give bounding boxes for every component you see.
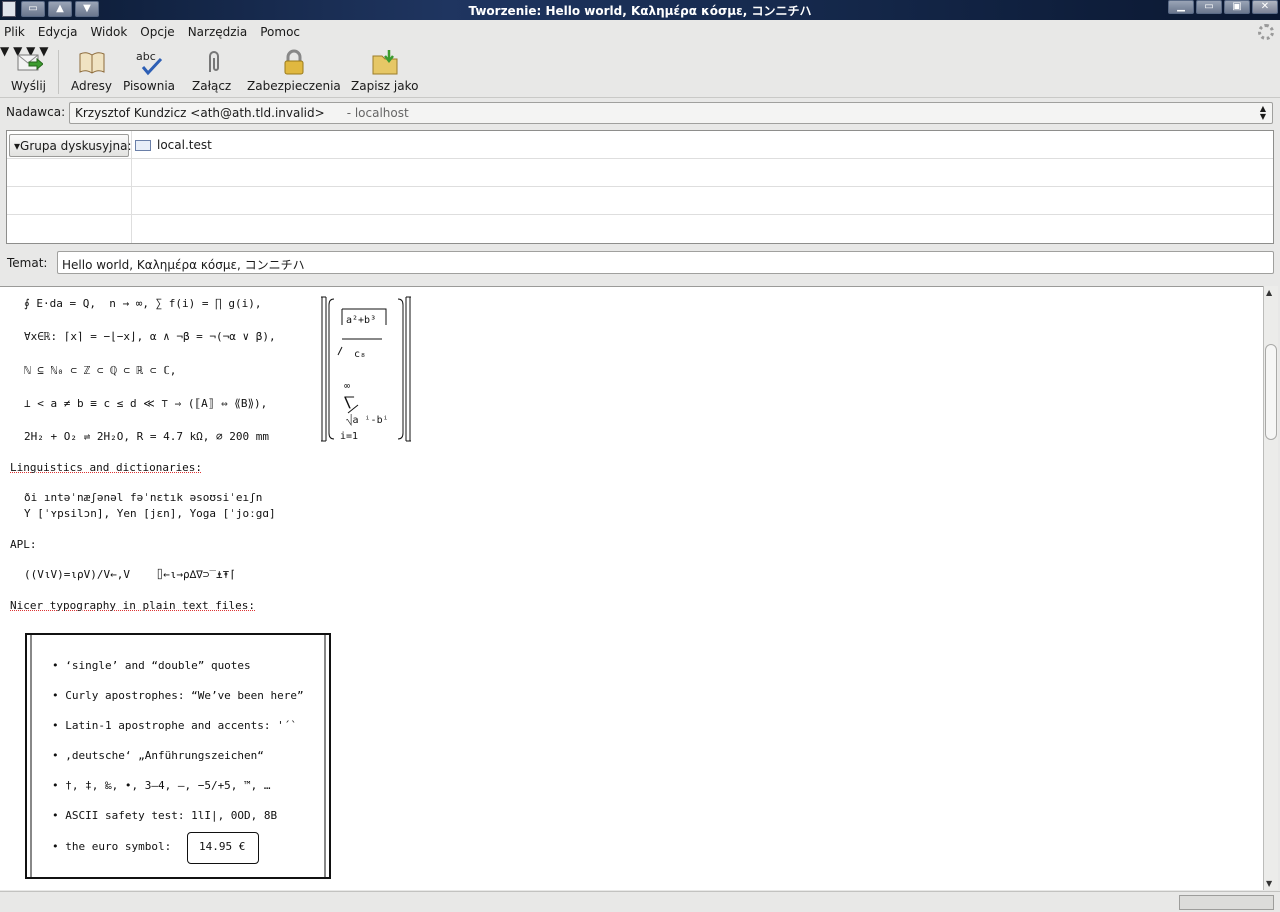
spellcheck-icon-text: abc [136, 50, 156, 63]
body-line-math-1: ∮ E⋅da = Q, n → ∞, ∑ f(i) = ∏ g(i), [24, 297, 262, 310]
attach-label: Załącz [192, 79, 232, 93]
heading-apl: APL: [10, 538, 37, 551]
minimize-button[interactable]: ▁ [1168, 0, 1194, 14]
body-line-math-3: ℕ ⊆ ℕ₀ ⊂ ℤ ⊂ ℚ ⊂ ℝ ⊂ ℂ, [24, 364, 177, 377]
recipient-row-empty[interactable] [7, 187, 1273, 215]
paperclip-icon [198, 48, 226, 76]
sender-host: - localhost [346, 106, 409, 120]
matrix-index: i=1 [340, 431, 359, 442]
addresses-label: Adresy [71, 79, 113, 93]
recipient-type-button[interactable]: ▾Grupa dyskusyjna: [9, 134, 132, 157]
matrix-root: ⎷a ⁱ-bⁱ [346, 415, 389, 426]
recipient-divider [131, 131, 132, 243]
send-icon [15, 48, 44, 76]
math-matrix-drawing: a²+b³ c₈ ∞ ⎲ ⎷a ⁱ-bⁱ i=1 [318, 295, 414, 443]
sender-value: Krzysztof Kundzicz <ath@ath.tld.invalid> [75, 106, 325, 120]
recipient-row-empty[interactable] [7, 159, 1273, 187]
iconify-button[interactable]: ▭ [1196, 0, 1222, 14]
address-card-icon [135, 139, 151, 151]
send-label: Wyślij [11, 79, 47, 93]
body-line-ypsilon: Y [ˈʏpsilɔn], Yen [jɛn], Yoga [ˈjoːgɑ] [24, 507, 276, 520]
send-button[interactable]: Wyślij [11, 48, 46, 93]
bullet-quotes: • ‘single’ and “double” quotes [52, 659, 251, 672]
spelling-button[interactable]: abc Pisownia [123, 48, 175, 93]
security-label: Zabezpieczenia [247, 79, 341, 93]
menu-opcje[interactable]: Opcje [140, 25, 174, 39]
menu-edycja[interactable]: Edycja [38, 25, 78, 39]
message-body-editor[interactable]: ∮ E⋅da = Q, n → ∞, ∑ f(i) = ∏ g(i), ∀x∈ℝ… [0, 286, 1263, 890]
addresses-button[interactable]: Adresy [71, 48, 112, 93]
sender-label: Nadawca: [6, 105, 66, 119]
save-as-button[interactable]: Zapisz jako [351, 48, 418, 93]
scroll-down-arrow-icon[interactable]: ▼ [1266, 879, 1272, 888]
window-right-controls: ▁ ▭ ▣ ✕ [1168, 0, 1278, 14]
window-title: Tworzenie: Hello world, Καλημέρα κόσμε, … [468, 4, 812, 18]
spellcheck-icon: abc [135, 48, 163, 76]
body-line-ipa: ði ıntəˈnæʃənəl fəˈnɛtık əsoʊsiˈeıʃn [24, 491, 263, 504]
body-line-math-2: ∀x∈ℝ: ⌈x⌉ = −⌊−x⌋, α ∧ ¬β = ¬(¬α ∨ β), [24, 330, 276, 343]
close-button[interactable]: ✕ [1252, 0, 1278, 14]
security-button[interactable]: Zabezpieczenia [247, 48, 341, 93]
menu-narzedzia[interactable]: Narzędzia [188, 25, 248, 39]
address-book-icon [78, 48, 106, 76]
bullet-apostrophes: • Curly apostrophes: “We’ve been here” [52, 689, 304, 702]
maximize-button[interactable]: ▣ [1224, 0, 1250, 14]
menu-plik[interactable]: Plik [4, 25, 25, 39]
bullet-symbols: • †, ‡, ‰, •, 3–4, —, −5/+5, ™, … [52, 779, 271, 792]
save-as-label: Zapisz jako [351, 79, 419, 93]
euro-value: 14.95 € [199, 840, 246, 853]
recipient-row-empty[interactable] [7, 215, 1273, 243]
spelling-label: Pisownia [123, 79, 176, 93]
heading-typography: Nicer typography in plain text files: [10, 599, 256, 612]
scroll-up-arrow-icon[interactable]: ▲ [1266, 288, 1272, 297]
matrix-numerator: a²+b³ [346, 315, 377, 326]
recipient-value-field[interactable]: local.test [135, 138, 212, 152]
activity-spinner-icon [1258, 24, 1274, 40]
subject-label: Temat: [7, 256, 48, 270]
subject-input[interactable]: Hello world, Καλημέρα κόσμε, コンニチハ [57, 251, 1274, 274]
body-line-math-4: ⊥ < a ≠ b ≡ c ≤ d ≪ ⊤ ⇒ (⟦A⟧ ⇔ ⟪B⟫), [24, 397, 268, 410]
menu-widok[interactable]: Widok [90, 25, 127, 39]
sender-select[interactable]: Krzysztof Kundzicz <ath@ath.tld.invalid>… [69, 102, 1273, 124]
vertical-scrollbar[interactable]: ▲ ▼ [1263, 286, 1278, 890]
bullet-german: • ‚deutsche‘ „Anführungszeichen“ [52, 749, 264, 762]
recipient-row: ▾Grupa dyskusyjna: local.test [7, 131, 1273, 159]
matrix-infinity: ∞ [344, 381, 351, 392]
body-line-chem: 2H₂ + O₂ ⇌ 2H₂O, R = 4.7 kΩ, ⌀ 200 mm [24, 430, 270, 443]
status-bar [0, 891, 1280, 912]
bullet-latin1: • Latin-1 apostrophe and accents: '´` [52, 719, 298, 732]
matrix-fraction: c₈ [354, 349, 367, 360]
spelling-dropdown-arrow-icon[interactable]: ▼ [0, 44, 9, 58]
body-line-apl: ((V⍳V)=⍳⍴V)/V←,V ⌷←⍳→⍴∆∇⊃‾⍎⍕⌈ [24, 568, 236, 581]
heading-linguistics: Linguistics and dictionaries: [10, 461, 203, 474]
sender-row: Nadawca: Krzysztof Kundzicz <ath@ath.tld… [0, 100, 1280, 126]
menu-pomoc[interactable]: Pomoc [260, 25, 300, 39]
scroll-thumb[interactable] [1265, 344, 1277, 440]
save-folder-icon [371, 48, 399, 76]
attach-button[interactable]: Załącz [192, 48, 231, 93]
combo-arrows-icon: ▲ ▼ [1259, 104, 1266, 121]
bullet-ascii: • ASCII safety test: 1lI|, 0OD, 8B [52, 809, 278, 822]
matrix-sum-sign: ⎲ [344, 395, 355, 409]
recipient-list: ▾Grupa dyskusyjna: local.test [6, 130, 1274, 244]
menu-bar: Plik Edycja Widok Opcje Narzędzia Pomoc [0, 20, 1280, 44]
toolbar: Wyślij Adresy abc Pisownia ▼ Załącz ▼ Za… [0, 44, 1280, 98]
toolbar-separator [58, 50, 59, 94]
recipient-type-label: Grupa dyskusyjna: [20, 139, 132, 153]
title-bar: ▭ ▲ ▼ Tworzenie: Hello world, Καλημέρα κ… [0, 0, 1280, 20]
recipient-value: local.test [157, 138, 212, 152]
subject-row: Temat: Hello world, Καλημέρα κόσμε, コンニチ… [0, 250, 1280, 276]
bullet-euro: • the euro symbol: [52, 840, 172, 853]
progress-bar [1179, 895, 1274, 910]
lock-icon [280, 48, 308, 76]
